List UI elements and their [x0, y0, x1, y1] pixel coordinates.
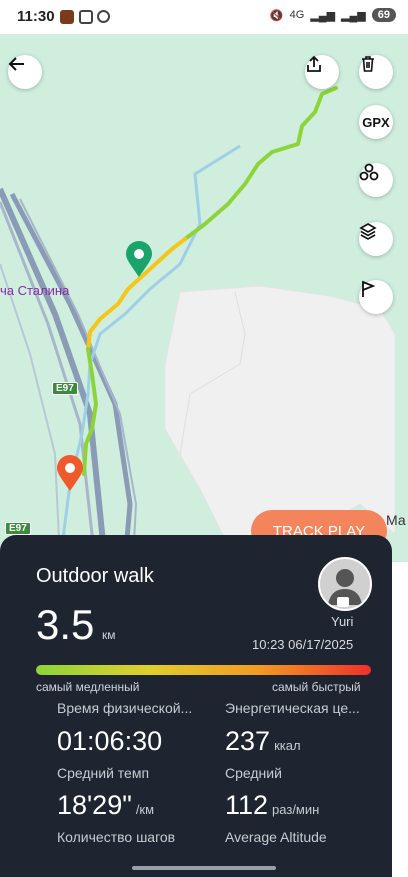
network-type: 4G: [289, 9, 305, 21]
gpx-label: GPX: [362, 114, 390, 130]
status-right: 🔇 4G ▂▄▆ ▂▄▆ 69: [270, 8, 396, 22]
trash-icon: [362, 56, 374, 72]
distance-value: 3.5: [36, 601, 95, 648]
cadence-label: Средний: [225, 765, 282, 781]
battery-indicator: 69: [371, 8, 396, 22]
pace-label: Средний темп: [57, 765, 150, 781]
duration-label: Время физической...: [57, 700, 193, 716]
pace-unit: /км: [135, 802, 155, 817]
route-nodes-icon: [359, 163, 379, 181]
back-arrow-icon: [8, 57, 24, 71]
end-marker-icon: [57, 455, 83, 491]
right-edge-strip: [392, 562, 408, 877]
back-button[interactable]: [8, 55, 42, 89]
app-notification-icon: [60, 10, 74, 24]
pace-value: 18'29": [57, 790, 132, 820]
workout-summary-sheet[interactable]: Outdoor walk 3.5 км Yuri 10:23 06/17/202…: [0, 535, 392, 877]
share-button[interactable]: [305, 55, 339, 89]
map-layers-button[interactable]: [359, 222, 393, 256]
status-bar: 11:30 🔇 4G ▂▄▆ ▂▄▆ 69: [0, 0, 408, 34]
energy-stat: 237 ккал: [225, 726, 301, 757]
route-map[interactable]: ча Сталина E97 E97 Ма GPX TRACK PLAY: [0, 34, 408, 562]
energy-value: 237: [225, 726, 271, 756]
altitude-label: Average Altitude: [225, 829, 327, 845]
home-indicator[interactable]: [132, 866, 276, 870]
distance-unit: км: [102, 628, 116, 642]
pace-stat: 18'29"/км: [57, 790, 154, 821]
flag-icon: [362, 280, 376, 297]
pace-gradient-legend: [36, 665, 371, 675]
camera-badge-icon: [337, 597, 349, 607]
steps-label: Количество шагов: [57, 829, 176, 845]
cadence-value: 112: [225, 790, 269, 820]
legend-fastest: самый быстрый: [272, 680, 361, 694]
signal-icon: ▂▄▆: [310, 9, 336, 22]
duration-value: 01:06:30: [57, 726, 163, 756]
gpx-export-button[interactable]: GPX: [359, 105, 393, 139]
road-badge-e97-bottom: E97: [5, 522, 31, 535]
route-options-button[interactable]: [359, 163, 393, 197]
status-time: 11:30: [17, 8, 55, 25]
clock-icon: [97, 10, 110, 23]
layers-icon: [359, 223, 377, 240]
workout-datetime: 10:23 06/17/2025: [252, 637, 354, 652]
share-icon: [307, 55, 321, 72]
map-place-label: ча Сталина: [0, 283, 70, 298]
delete-button[interactable]: [359, 55, 393, 89]
map-edge-label: Ма: [386, 512, 406, 528]
cadence-unit: раз/мин: [272, 802, 320, 817]
road-badge-e97-top: E97: [52, 382, 78, 395]
energy-label: Энергетическая це...: [225, 700, 360, 716]
start-marker-icon: [126, 241, 152, 277]
cadence-stat: 112 раз/мин: [225, 790, 319, 821]
signal-icon-2: ▂▄▆: [341, 9, 366, 22]
screenshot-icon: [79, 10, 93, 24]
mute-icon: 🔇: [269, 9, 284, 22]
activity-title: Outdoor walk: [36, 565, 154, 587]
flag-button[interactable]: [359, 280, 393, 314]
legend-slowest: самый медленный: [36, 680, 140, 694]
energy-unit: ккал: [274, 738, 301, 753]
user-name: Yuri: [331, 614, 354, 629]
